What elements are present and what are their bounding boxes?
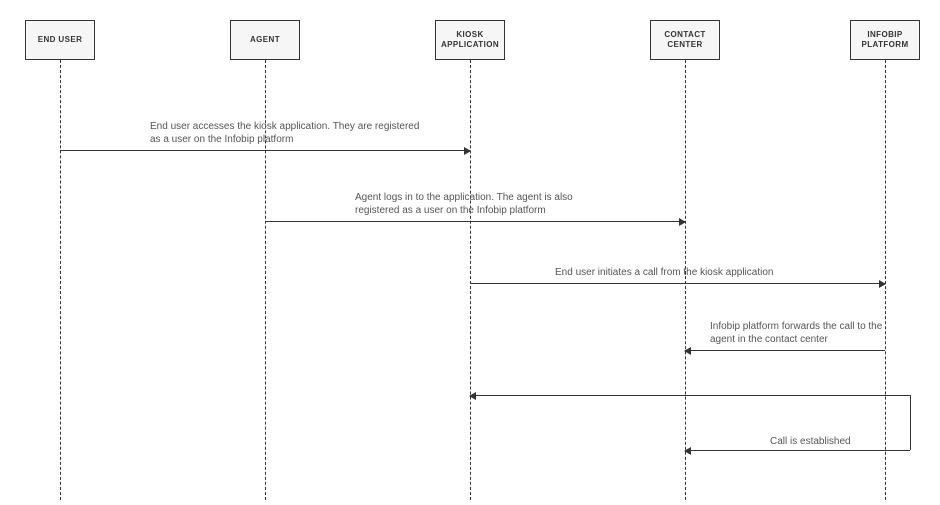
lifeline-end-user (60, 60, 61, 500)
msg5-loop-right (910, 395, 911, 450)
actor-contact-center: CONTACT CENTER (650, 20, 720, 60)
msg4-arrow (685, 350, 885, 351)
msg5-label: Call is established (770, 435, 900, 448)
actor-label: END USER (38, 35, 83, 45)
actor-infobip: INFOBIP PLATFORM (850, 20, 920, 60)
msg3-label: End user initiates a call from the kiosk… (555, 266, 855, 279)
actor-label: INFOBIP PLATFORM (853, 30, 917, 49)
msg2-arrow (265, 221, 685, 222)
msg1-label: End user accesses the kiosk application.… (150, 120, 430, 146)
actor-end-user: END USER (25, 20, 95, 60)
actor-label: AGENT (250, 35, 280, 45)
msg2-label: Agent logs in to the application. The ag… (355, 191, 615, 217)
msg5-to-kiosk (470, 395, 885, 396)
msg5-loop-top (885, 395, 910, 396)
actor-kiosk: KIOSK APPLICATION (435, 20, 505, 60)
actor-label: CONTACT CENTER (653, 30, 717, 49)
actor-label: KIOSK APPLICATION (438, 30, 502, 49)
msg4-label: Infobip platform forwards the call to th… (710, 320, 900, 346)
lifeline-kiosk (470, 60, 471, 500)
msg1-arrow (60, 150, 470, 151)
actor-agent: AGENT (230, 20, 300, 60)
msg5-to-cc (685, 450, 910, 451)
lifeline-contact-center (685, 60, 686, 500)
msg3-arrow (470, 283, 885, 284)
